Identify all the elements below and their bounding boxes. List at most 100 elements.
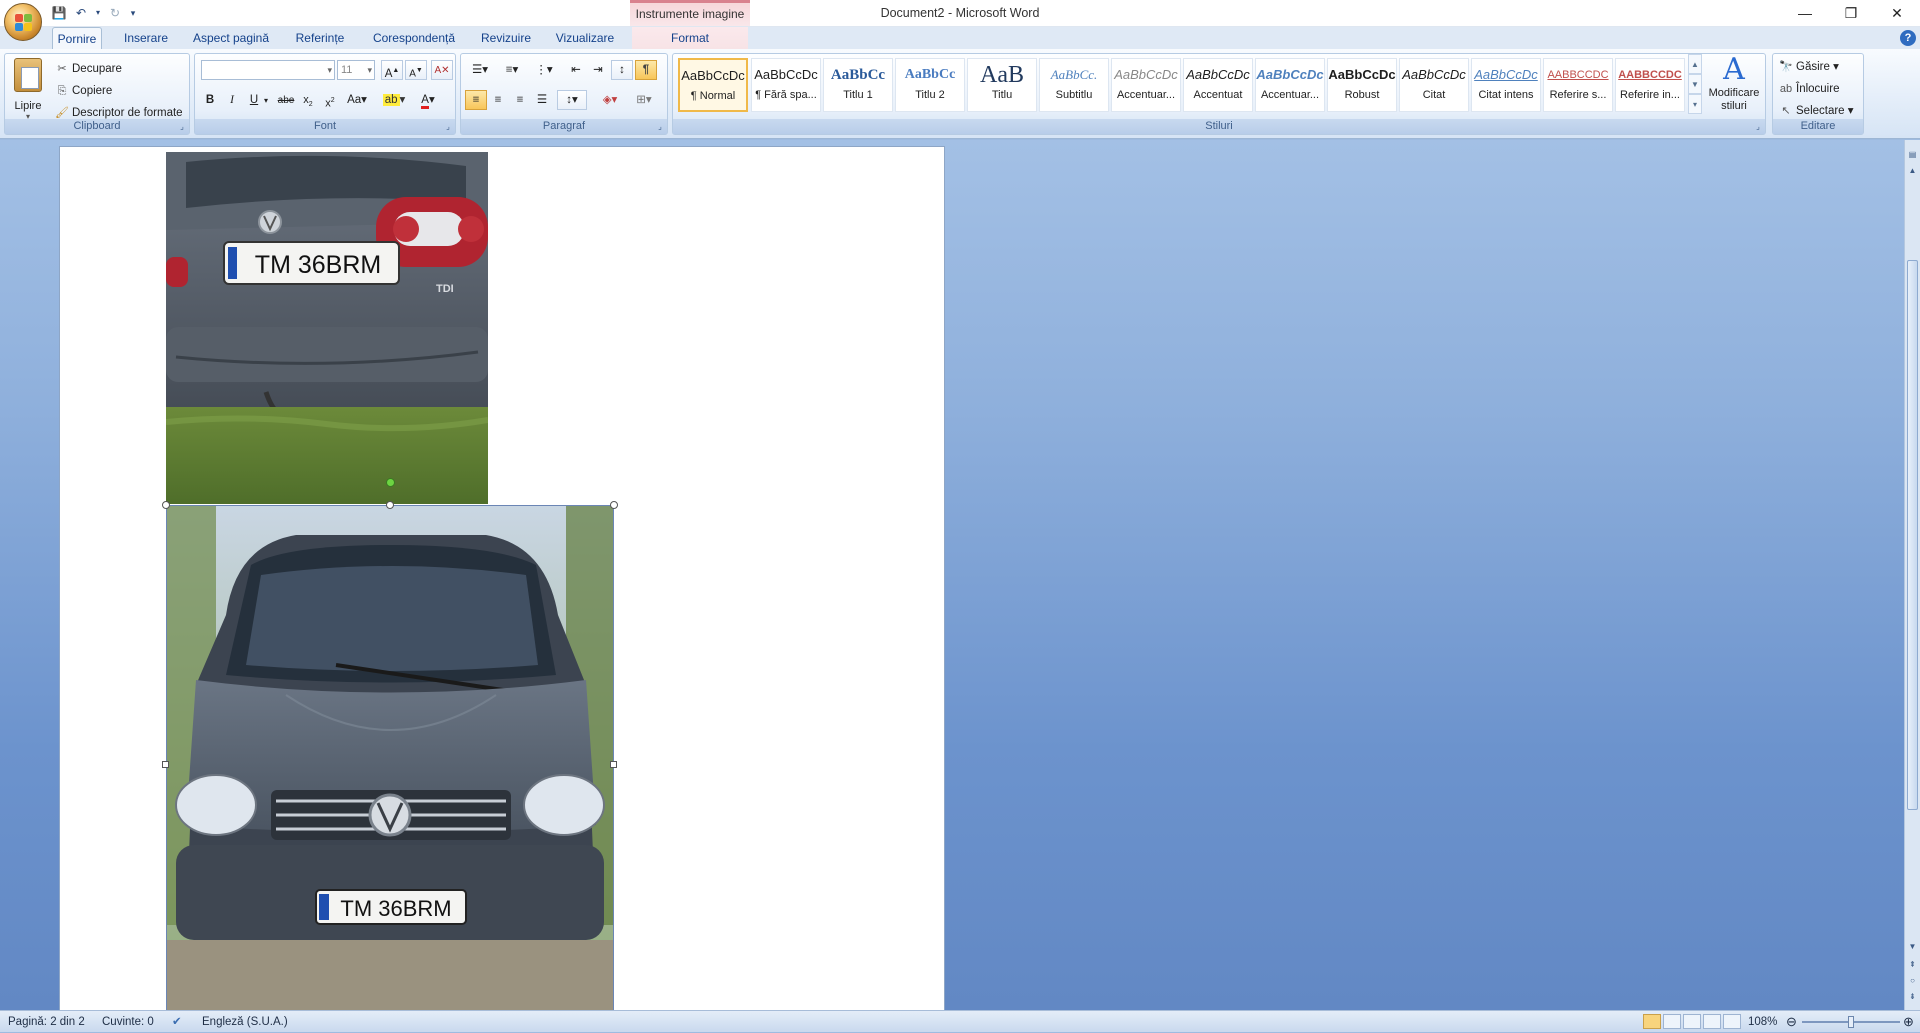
clear-formatting-icon[interactable]: A✕ <box>431 60 453 80</box>
resize-handle-top-left[interactable] <box>162 501 170 509</box>
find-button[interactable]: 🔭 Găsire ▾ <box>1779 58 1839 76</box>
close-icon[interactable]: ✕ <box>1874 0 1920 26</box>
vertical-scrollbar[interactable]: ▤ ▲ ▼ ⇞ ○ ⇟ <box>1904 140 1920 1010</box>
tab-inserare[interactable]: Inserare <box>116 27 176 49</box>
subscript-icon[interactable]: x2 <box>297 90 319 110</box>
copy-button[interactable]: ⎘ Copiere <box>55 82 113 100</box>
style-intense-emphasis[interactable]: AaBbCcDc Accentuar... <box>1255 58 1325 112</box>
undo-icon[interactable]: ↶ <box>72 4 90 22</box>
help-icon[interactable]: ? <box>1900 30 1916 46</box>
highlight-icon[interactable]: ab ▾ <box>379 90 409 110</box>
customize-qat-icon[interactable]: ▾ <box>128 4 138 22</box>
zoom-slider-knob[interactable] <box>1848 1016 1854 1028</box>
decrease-indent-icon[interactable]: ⇤ <box>565 60 587 80</box>
undo-dropdown-icon[interactable]: ▾ <box>94 4 102 22</box>
bullets-icon[interactable]: ☰▾ <box>465 60 495 80</box>
resize-handle-middle-right[interactable] <box>610 761 617 768</box>
redo-icon[interactable]: ↻ <box>106 4 124 22</box>
scroll-thumb[interactable] <box>1907 260 1918 810</box>
strikethrough-icon[interactable]: abe <box>275 90 297 110</box>
font-name-combo[interactable] <box>201 60 335 80</box>
style-heading-2[interactable]: AaBbCc Titlu 2 <box>895 58 965 112</box>
rotate-handle[interactable] <box>386 478 395 487</box>
previous-page-icon[interactable]: ⇞ <box>1905 958 1920 972</box>
underline-dropdown-icon[interactable]: ▾ <box>261 90 271 110</box>
sort-icon[interactable]: ↕ <box>611 60 633 80</box>
multilevel-list-icon[interactable]: ⋮▾ <box>529 60 559 80</box>
shrink-font-icon[interactable]: A▼ <box>405 60 427 80</box>
align-left-icon[interactable]: ≡ <box>465 90 487 110</box>
browse-object-icon[interactable]: ○ <box>1905 974 1920 988</box>
style-intense-reference[interactable]: AABBCCDC Referire in... <box>1615 58 1685 112</box>
font-size-combo[interactable]: 11 <box>337 60 375 80</box>
italic-icon[interactable]: I <box>221 90 243 110</box>
justify-icon[interactable]: ☰ <box>531 90 553 110</box>
draft-view-icon[interactable] <box>1723 1014 1741 1029</box>
resize-handle-top-right[interactable] <box>610 501 618 509</box>
word-count[interactable]: Cuvinte: 0 <box>102 1011 154 1033</box>
ruler-toggle-icon[interactable]: ▤ <box>1905 148 1920 162</box>
cut-button[interactable]: ✂ Decupare <box>55 60 121 78</box>
tab-aspect-pagina[interactable]: Aspect pagină <box>188 27 274 49</box>
office-button[interactable] <box>4 3 42 41</box>
shading-icon[interactable]: ◈▾ <box>595 90 625 110</box>
zoom-in-icon[interactable]: ⊕ <box>1903 1011 1914 1033</box>
style-heading-1[interactable]: AaBbCc Titlu 1 <box>823 58 893 112</box>
select-button[interactable]: ↖ Selectare ▾ <box>1779 102 1853 120</box>
change-styles-button[interactable]: A Modificare stiluri <box>1706 53 1762 113</box>
style-subtle-reference[interactable]: AABBCCDC Referire s... <box>1543 58 1613 112</box>
next-page-icon[interactable]: ⇟ <box>1905 990 1920 1004</box>
show-formatting-marks-icon[interactable]: ¶ <box>635 60 657 80</box>
outline-view-icon[interactable] <box>1703 1014 1721 1029</box>
style-subtitle[interactable]: AaBbCc. Subtitlu <box>1039 58 1109 112</box>
tab-vizualizare[interactable]: Vizualizare <box>550 27 620 49</box>
restore-icon[interactable]: ❐ <box>1828 0 1874 26</box>
tab-pornire[interactable]: Pornire <box>52 27 102 49</box>
grow-font-icon[interactable]: A▲ <box>381 60 403 80</box>
gallery-up-icon[interactable]: ▲ <box>1688 54 1702 74</box>
numbering-icon[interactable]: ≡▾ <box>497 60 527 80</box>
minimize-icon[interactable]: — <box>1782 0 1828 26</box>
resize-handle-top-center[interactable] <box>386 501 394 509</box>
replace-button[interactable]: ab Înlocuire <box>1779 80 1840 98</box>
resize-handle-middle-left[interactable] <box>162 761 169 768</box>
gallery-more-icon[interactable]: ▾ <box>1688 94 1702 114</box>
style-title[interactable]: AaB Titlu <box>967 58 1037 112</box>
align-center-icon[interactable]: ≡ <box>487 90 509 110</box>
bold-icon[interactable]: B <box>199 90 221 110</box>
web-layout-view-icon[interactable] <box>1683 1014 1701 1029</box>
zoom-level[interactable]: 108% <box>1748 1011 1777 1033</box>
style-emphasis[interactable]: AaBbCcDc Accentuat <box>1183 58 1253 112</box>
tab-corespondenta[interactable]: Corespondență <box>366 27 462 49</box>
line-spacing-icon[interactable]: ↕▾ <box>557 90 587 110</box>
tab-format[interactable]: Format <box>632 27 748 49</box>
style-intense-quote[interactable]: AaBbCcDc Citat intens <box>1471 58 1541 112</box>
style-subtle-emphasis[interactable]: AaBbCcDc Accentuar... <box>1111 58 1181 112</box>
tab-referinte[interactable]: Referințe <box>288 27 352 49</box>
paragraph-launcher-icon[interactable]: ⌟ <box>655 122 665 132</box>
language-indicator[interactable]: Engleză (S.U.A.) <box>202 1011 288 1033</box>
save-icon[interactable]: 💾 <box>50 4 68 22</box>
style-quote[interactable]: AaBbCcDc Citat <box>1399 58 1469 112</box>
font-launcher-icon[interactable]: ⌟ <box>443 122 453 132</box>
styles-launcher-icon[interactable]: ⌟ <box>1753 122 1763 132</box>
style-strong[interactable]: AaBbCcDc Robust <box>1327 58 1397 112</box>
proofing-icon[interactable]: ✔ <box>172 1011 182 1033</box>
scroll-up-icon[interactable]: ▲ <box>1905 164 1920 178</box>
scroll-down-icon[interactable]: ▼ <box>1905 940 1920 954</box>
gallery-down-icon[interactable]: ▼ <box>1688 74 1702 94</box>
car-front-image[interactable]: TM 36BRM <box>166 505 614 1010</box>
increase-indent-icon[interactable]: ⇥ <box>587 60 609 80</box>
change-case-icon[interactable]: Aa▾ <box>343 90 371 110</box>
zoom-out-icon[interactable]: ⊖ <box>1786 1011 1797 1033</box>
borders-icon[interactable]: ⊞▾ <box>629 90 659 110</box>
style-no-spacing[interactable]: AaBbCcDc ¶ Fără spa... <box>751 58 821 112</box>
font-color-icon[interactable]: A▾ <box>413 90 443 110</box>
tab-revizuire[interactable]: Revizuire <box>474 27 538 49</box>
print-layout-view-icon[interactable] <box>1643 1014 1661 1029</box>
page-count[interactable]: Pagină: 2 din 2 <box>8 1011 85 1033</box>
document-page[interactable]: TM 36BRM TDI TM 36BRM <box>59 146 945 1010</box>
full-screen-reading-view-icon[interactable] <box>1663 1014 1681 1029</box>
clipboard-launcher-icon[interactable]: ⌟ <box>177 122 187 132</box>
paste-button[interactable]: Lipire ▾ <box>11 58 45 121</box>
